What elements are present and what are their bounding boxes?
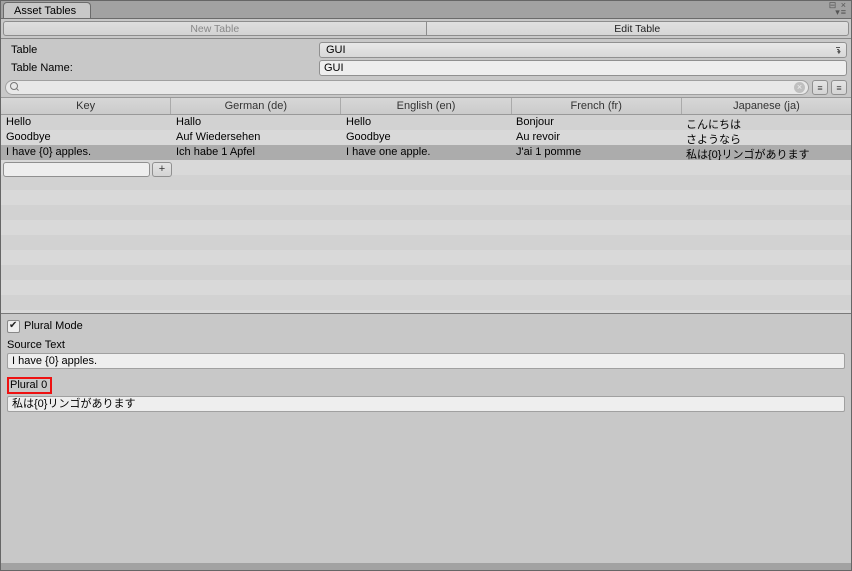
window-menu-icon[interactable]: ▾≡ — [835, 9, 847, 16]
table-label: Table — [5, 44, 319, 56]
table-name-input[interactable]: GUI — [319, 60, 847, 76]
col-en[interactable]: English (en) — [341, 98, 511, 114]
detail-panel: Plural Mode Source Text I have {0} apple… — [1, 313, 851, 563]
search-icon — [10, 82, 20, 92]
plural-0-label: Plural 0 — [7, 377, 52, 394]
new-key-row: + — [1, 160, 851, 175]
new-key-input[interactable] — [3, 162, 150, 177]
clear-search-icon[interactable]: × — [794, 82, 805, 93]
window-titlebar: Asset Tables ⊟ × ▾≡ — [1, 1, 851, 19]
new-table-button[interactable]: New Table — [3, 21, 426, 36]
search-bar: × ≡ ≡ — [1, 79, 851, 97]
filter-button-1[interactable]: ≡ — [812, 80, 828, 95]
table-body: Hello Hallo Hello Bonjour こんにちは Goodbye … — [1, 115, 851, 313]
plural-mode-checkbox[interactable] — [7, 320, 20, 333]
table-form: Table GUI♦ Table Name: GUI — [1, 39, 851, 79]
window-controls: ⊟ × ▾≡ — [829, 2, 847, 16]
table-name-label: Table Name: — [5, 62, 319, 74]
table-dropdown[interactable]: GUI♦ — [319, 42, 847, 58]
table-row[interactable]: Hello Hallo Hello Bonjour こんにちは — [1, 115, 851, 130]
plural-0-input[interactable]: 私は{0}リンゴがあります — [7, 396, 845, 412]
source-text-label: Source Text — [7, 339, 845, 351]
table-header: Key German (de) English (en) French (fr)… — [1, 97, 851, 115]
add-key-button[interactable]: + — [152, 162, 172, 177]
col-key[interactable]: Key — [1, 98, 171, 114]
col-de[interactable]: German (de) — [171, 98, 341, 114]
source-text-input[interactable]: I have {0} apples. — [7, 353, 845, 369]
table-row[interactable]: I have {0} apples. Ich habe 1 Apfel I ha… — [1, 145, 851, 160]
table-empty-area — [1, 175, 851, 313]
filter-button-2[interactable]: ≡ — [831, 80, 847, 95]
table-row[interactable]: Goodbye Auf Wiedersehen Goodbye Au revoi… — [1, 130, 851, 145]
edit-table-button[interactable]: Edit Table — [426, 21, 850, 36]
col-fr[interactable]: French (fr) — [512, 98, 682, 114]
window-tab[interactable]: Asset Tables — [3, 2, 91, 18]
search-input[interactable]: × — [5, 80, 809, 95]
plural-mode-label: Plural Mode — [24, 320, 83, 332]
col-ja[interactable]: Japanese (ja) — [682, 98, 851, 114]
mode-toggle: New Table Edit Table — [1, 19, 851, 39]
